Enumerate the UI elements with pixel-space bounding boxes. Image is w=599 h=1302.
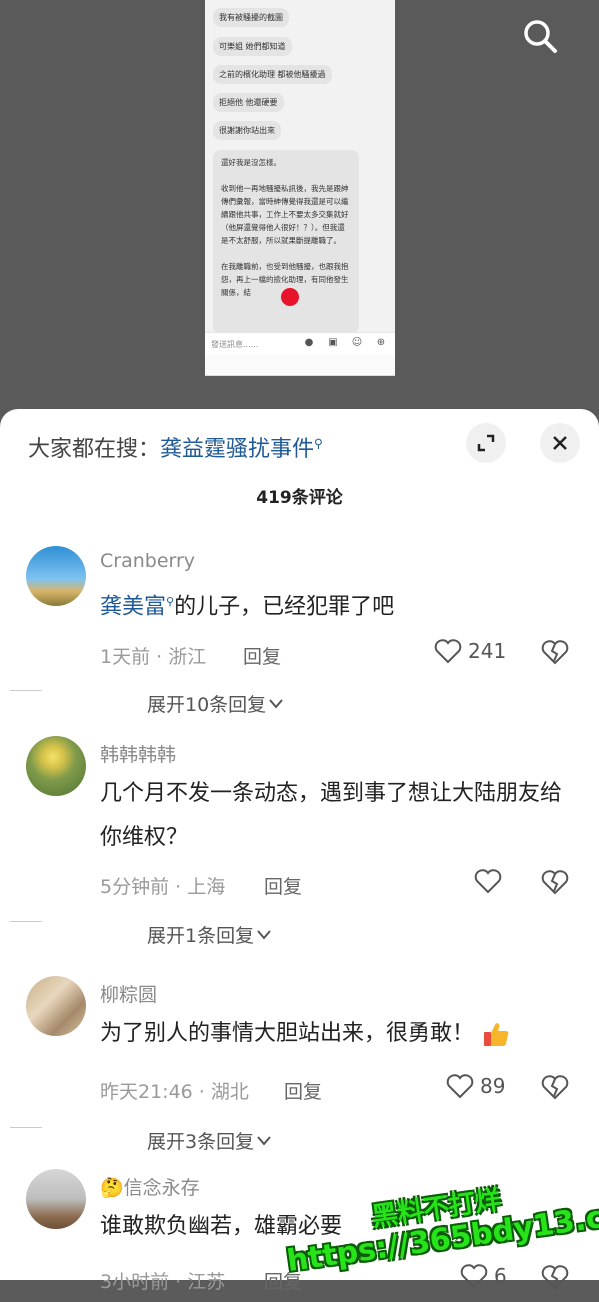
search-icon[interactable]	[520, 16, 560, 56]
divider	[10, 690, 42, 691]
dislike-button[interactable]	[541, 1074, 569, 1104]
sticker-icon: ☺	[351, 337, 363, 348]
username-row[interactable]: 🤔信念永存	[100, 1173, 200, 1200]
chat-bubble: 我有被騷擾的截圖	[213, 8, 289, 27]
chat-bubble: 很謝謝你站出來	[213, 121, 281, 140]
reply-button[interactable]: 回复	[264, 872, 302, 899]
expand-replies-button[interactable]: 展开10条回复	[147, 690, 286, 717]
expand-button[interactable]	[466, 423, 506, 463]
expand-icon	[477, 434, 495, 452]
expand-label: 展开1条回复	[147, 925, 255, 947]
chevron-down-icon	[257, 1135, 271, 1146]
like-count: 89	[480, 1074, 506, 1098]
heart-icon	[474, 869, 502, 894]
comment-time: 昨天21:46	[100, 1081, 193, 1103]
comment-text: 为了别人的事情大胆站出来，很勇敢！	[100, 1012, 570, 1056]
chevron-down-icon	[257, 929, 271, 940]
avatar[interactable]	[26, 976, 86, 1036]
heart-icon	[434, 639, 462, 664]
avatar[interactable]	[26, 736, 86, 796]
redaction-mark	[281, 288, 299, 306]
background-video-area: 我有被騷擾的截圖 可樂姐 她們都知道 之前的檳化助理 都被他騷擾過 拒絕他 他還…	[0, 0, 599, 420]
comment-text: 龚美富⚲的儿子，已经犯罪了吧	[100, 580, 570, 629]
comments-sheet: 大家都在搜：龚益霆骚扰事件⚲ 419条评论 Cranberry 龚美富⚲的儿子，…	[0, 409, 599, 1293]
close-button[interactable]	[540, 423, 580, 463]
comment-time: 3小时前	[100, 1271, 170, 1293]
like-button[interactable]: 241	[434, 638, 506, 664]
comment-location: 江苏	[187, 1271, 226, 1293]
broken-heart-icon	[541, 1075, 569, 1100]
dislike-button[interactable]	[541, 1264, 569, 1294]
username[interactable]: 韩韩韩韩	[100, 740, 176, 767]
mic-icon: ●	[304, 337, 314, 348]
comment-time: 5分钟前	[100, 876, 170, 898]
reply-button[interactable]: 回复	[243, 642, 281, 669]
comment-count: 419条评论	[256, 488, 343, 508]
comment-time: 1天前	[100, 646, 151, 668]
comment-meta: 昨天21:46 · 湖北	[100, 1081, 249, 1103]
comment-location: 湖北	[210, 1081, 249, 1103]
chat-screenshot: 我有被騷擾的截圖 可樂姐 她們都知道 之前的檳化助理 都被他騷擾過 拒絕他 他還…	[205, 0, 395, 376]
dislike-button[interactable]	[541, 639, 569, 669]
chat-bubble: 可樂姐 她們都知道	[213, 37, 292, 56]
divider	[10, 921, 42, 922]
image-icon: ▣	[328, 337, 338, 348]
broken-heart-icon	[541, 870, 569, 895]
username[interactable]: 柳粽圆	[100, 980, 157, 1007]
comment-body: 的儿子，已经犯罪了吧	[174, 594, 395, 620]
like-count: 241	[468, 639, 507, 663]
comment-meta: 3小时前 · 江苏	[100, 1271, 226, 1293]
avatar[interactable]	[26, 1169, 86, 1229]
heart-icon	[446, 1074, 474, 1099]
chat-bubble: 拒絕他 他還硬要	[213, 93, 284, 112]
search-small-icon: ⚲	[314, 436, 323, 451]
dislike-button[interactable]	[541, 869, 569, 899]
chat-input-bar: 發送訊息...... ● ▣ ☺ ⊕	[205, 332, 395, 355]
hot-search-prefix: 大家都在搜：	[28, 437, 161, 462]
comment-location: 浙江	[168, 646, 207, 668]
comment-meta: 5分钟前 · 上海	[100, 876, 226, 898]
like-button[interactable]	[474, 868, 502, 894]
comment-text: 几个月不发一条动态，遇到事了想让大陆朋友给你维权？	[100, 781, 563, 850]
avatar[interactable]	[26, 546, 86, 606]
username[interactable]: Cranberry	[100, 550, 195, 572]
username[interactable]: 信念永存	[124, 1177, 200, 1199]
expand-label: 展开10条回复	[147, 694, 267, 716]
broken-heart-icon	[541, 640, 569, 665]
thinking-emoji-icon: 🤔	[100, 1177, 124, 1199]
chat-bubble: 之前的檳化助理 都被他騷擾過	[213, 65, 332, 84]
search-small-icon: ⚲	[166, 595, 175, 608]
thumbs-up-icon	[484, 1023, 509, 1046]
plus-icon: ⊕	[376, 337, 386, 348]
broken-heart-icon	[541, 1265, 569, 1290]
comment-meta: 1天前 · 浙江	[100, 646, 207, 668]
like-button[interactable]: 89	[446, 1073, 505, 1099]
chat-long-bubble: 還好我是沒怎樣。 收到他一再地騷擾私訊後，我先是跟紳傳們彙報，當時紳傳覺得我還是…	[213, 150, 359, 334]
mention-link[interactable]: 龚美富	[100, 594, 166, 619]
comment-location: 上海	[187, 876, 226, 898]
expand-replies-button[interactable]: 展开1条回复	[147, 921, 274, 948]
hot-search-topic[interactable]: 龚益霆骚扰事件	[160, 437, 314, 462]
expand-label: 展开3条回复	[147, 1131, 255, 1153]
comment-body: 为了别人的事情大胆站出来，很勇敢！	[100, 1021, 475, 1046]
divider	[10, 1127, 42, 1128]
chevron-down-icon	[269, 698, 283, 709]
close-icon	[553, 436, 567, 450]
chat-input-placeholder: 發送訊息......	[211, 340, 259, 349]
reply-button[interactable]: 回复	[284, 1077, 322, 1104]
chat-bottom-bar	[205, 355, 395, 375]
expand-replies-button[interactable]: 展开3条回复	[147, 1127, 274, 1154]
hot-search-bar[interactable]: 大家都在搜：龚益霆骚扰事件⚲	[28, 431, 323, 463]
